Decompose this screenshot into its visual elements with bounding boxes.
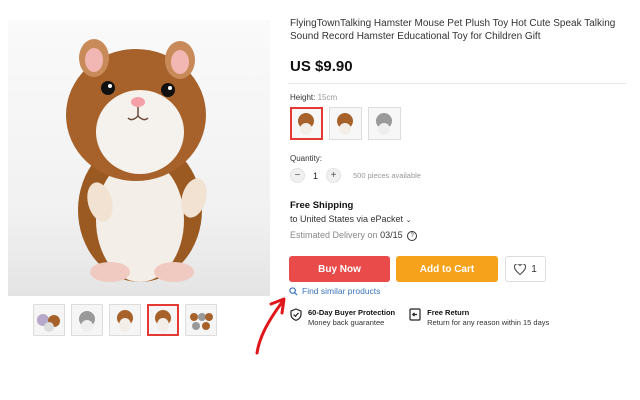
variant-option-brown[interactable] (329, 107, 362, 140)
add-to-cart-button[interactable]: Add to Cart (396, 256, 498, 282)
thumbnail-strip (33, 304, 217, 336)
thumbnail-4-selected[interactable] (147, 304, 179, 336)
return-icon (409, 308, 421, 321)
estimated-delivery-date: 03/15 (380, 230, 403, 240)
quantity-decrease-button[interactable]: − (290, 168, 305, 183)
guarantee-subtitle: Return for any reason within 15 days (427, 318, 550, 327)
guarantee-free-return: Free Return Return for any reason within… (409, 308, 549, 328)
find-similar-label: Find similar products (302, 286, 381, 296)
estimated-delivery: Estimated Delivery on 03/15 ? (290, 230, 418, 241)
variant-option-brown-selected[interactable] (290, 107, 323, 140)
annotation-arrow (255, 297, 286, 355)
thumbnail-5[interactable] (185, 304, 217, 336)
product-title: FlyingTownTalking Hamster Mouse Pet Plus… (290, 18, 616, 42)
quantity-increase-button[interactable]: + (326, 168, 342, 183)
shipping-destination-text: to United States via ePacket (290, 214, 404, 224)
wishlist-button[interactable]: 1 (505, 256, 546, 282)
guarantee-title: 60-Day Buyer Protection (308, 308, 396, 317)
product-price: US $9.90 (290, 58, 353, 75)
variant-label: Height: (290, 93, 316, 102)
guarantee-subtitle: Money back guarantee (308, 318, 385, 327)
help-icon[interactable]: ? (407, 230, 418, 241)
wishlist-count: 1 (531, 263, 537, 275)
guarantees: 60-Day Buyer Protection Money back guara… (290, 308, 549, 328)
shipping-title: Free Shipping (290, 200, 354, 211)
thumbnail-3[interactable] (109, 304, 141, 336)
thumbnail-2[interactable] (71, 304, 103, 336)
quantity-label: Quantity: (290, 154, 323, 163)
quantity-stepper: − 1 + 500 pieces available (290, 168, 421, 183)
variant-options (290, 107, 401, 140)
main-product-image[interactable] (8, 20, 270, 296)
guarantee-buyer-protection: 60-Day Buyer Protection Money back guara… (290, 308, 395, 328)
shipping-destination[interactable]: to United States via ePacket ⌄ (290, 214, 411, 224)
heart-icon (514, 263, 527, 275)
quantity-value[interactable]: 1 (313, 171, 318, 181)
guarantee-title: Free Return (427, 308, 470, 317)
thumbnail-1[interactable] (33, 304, 65, 336)
divider (288, 83, 626, 84)
variant-option-grey[interactable] (368, 107, 401, 140)
variant-value: 15cm (317, 93, 338, 102)
estimated-delivery-label: Estimated Delivery on (290, 230, 378, 240)
availability-text: 500 pieces available (353, 171, 421, 180)
find-similar-link[interactable]: Find similar products (289, 286, 380, 296)
buy-now-button[interactable]: Buy Now (289, 256, 390, 282)
chevron-down-icon: ⌄ (405, 217, 412, 224)
variant-label-row: Height: 15cm (290, 93, 337, 102)
